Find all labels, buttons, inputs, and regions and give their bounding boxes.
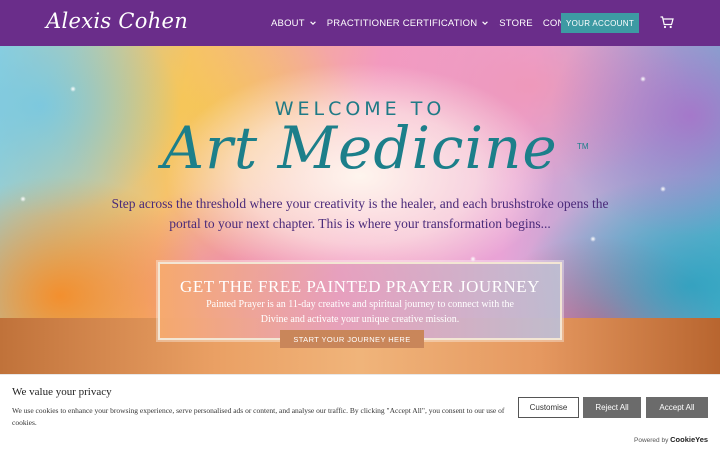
your-account-button[interactable]: YOUR ACCOUNT xyxy=(561,13,639,33)
cart-icon[interactable] xyxy=(660,16,674,29)
sparkle-decoration xyxy=(640,76,646,82)
sparkle-decoration xyxy=(590,236,596,242)
cookie-text: We use cookies to enhance your browsing … xyxy=(12,406,505,427)
hero-tagline: Step across the threshold where your cre… xyxy=(111,196,609,231)
reject-all-button[interactable]: Reject All xyxy=(583,397,641,418)
cookie-title: We value your privacy xyxy=(12,386,112,398)
promo-title: GET THE FREE PAINTED PRAYER JOURNEY xyxy=(180,277,540,296)
promo-card: GET THE FREE PAINTED PRAYER JOURNEY Pain… xyxy=(158,262,562,340)
trademark-symbol: TM xyxy=(577,142,589,151)
chevron-down-icon xyxy=(309,21,316,25)
start-journey-button[interactable]: START YOUR JOURNEY HERE xyxy=(280,330,424,348)
cookieyes-logo: CookieYes xyxy=(670,435,709,444)
sparkle-decoration xyxy=(20,196,26,202)
powered-by[interactable]: Powered by CookieYes xyxy=(634,435,708,444)
promo-text: Painted Prayer is an 11-day creative and… xyxy=(206,299,514,325)
sparkle-decoration xyxy=(660,186,666,192)
cookie-banner: We value your privacy We use cookies to … xyxy=(0,374,720,450)
nav-item-practitioner-certification[interactable]: PRACTITIONER CERTIFICATION xyxy=(327,18,490,29)
site-logo[interactable]: Alexis Cohen xyxy=(46,9,188,33)
sparkle-decoration xyxy=(70,86,76,92)
nav-item-label: STORE xyxy=(499,17,533,29)
site-header: Alexis Cohen ABOUT PRACTITIONER CERTIFIC… xyxy=(0,0,720,46)
customise-button[interactable]: Customise xyxy=(518,397,579,418)
nav-item-label: ABOUT xyxy=(271,17,305,29)
nav-item-about[interactable]: ABOUT xyxy=(271,18,317,29)
main-nav: ABOUT PRACTITIONER CERTIFICATION STORE C… xyxy=(271,0,599,46)
accept-all-button[interactable]: Accept All xyxy=(646,397,708,418)
powered-by-label: Powered by xyxy=(634,437,669,444)
nav-item-label: PRACTITIONER CERTIFICATION xyxy=(326,17,478,29)
nav-item-store[interactable]: STORE xyxy=(499,18,533,29)
hero-brand-title: Art Medicine xyxy=(162,114,558,182)
chevron-down-icon xyxy=(482,21,489,25)
